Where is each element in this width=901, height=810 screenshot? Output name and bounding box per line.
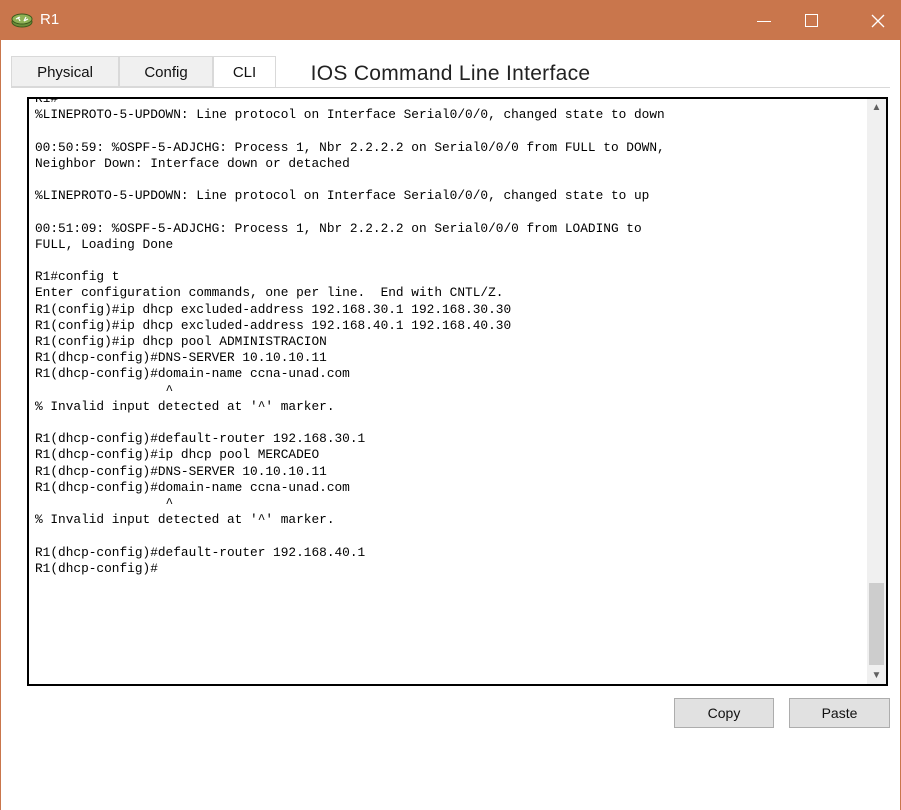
paste-button[interactable]: Paste: [789, 698, 890, 728]
cli-line: 00:51:09: %OSPF-5-ADJCHG: Process 1, Nbr…: [35, 220, 642, 236]
cli-line: R1#: [35, 97, 59, 106]
minimize-icon: [757, 21, 771, 22]
scroll-down-arrow-icon[interactable]: ▼: [867, 667, 886, 684]
scroll-up-arrow-icon[interactable]: ▲: [867, 99, 886, 116]
cli-line: Neighbor Down: Interface down or detache…: [35, 155, 350, 171]
cli-terminal[interactable]: R1# %LINEPROTO-5-UPDOWN: Line protocol o…: [27, 97, 888, 686]
cli-line: R1(dhcp-config)#: [35, 560, 158, 576]
cli-line: Enter configuration commands, one per li…: [35, 285, 504, 301]
window-title: R1: [40, 11, 60, 28]
cli-heading: IOS Command Line Interface: [310, 62, 591, 85]
cli-line: R1(config)#ip dhcp excluded-address 192.…: [35, 301, 512, 317]
router-icon: [10, 11, 34, 29]
cli-line: R1(config)#ip dhcp excluded-address 192.…: [35, 317, 512, 333]
tab-divider: [11, 87, 890, 88]
cli-line: %LINEPROTO-5-UPDOWN: Line protocol on In…: [35, 188, 650, 204]
cli-line: R1(dhcp-config)#ip dhcp pool MERCADEO: [35, 447, 320, 463]
cli-line: ^: [165, 496, 174, 512]
cli-line: 00:50:59: %OSPF-5-ADJCHG: Process 1, Nbr…: [35, 139, 665, 155]
cli-line: R1(dhcp-config)#default-router 192.168.3…: [35, 431, 366, 447]
cli-line: FULL, Loading Done: [35, 236, 174, 252]
close-button[interactable]: [855, 0, 901, 40]
cli-line: R1(dhcp-config)#default-router 192.168.4…: [35, 544, 366, 560]
cli-line: % Invalid input detected at '^' marker.: [35, 512, 335, 528]
scroll-thumb[interactable]: [869, 583, 884, 665]
cli-line: R1(config)#ip dhcp pool ADMINISTRACION: [35, 334, 327, 350]
maximize-icon: [805, 14, 818, 27]
terminal-scrollbar[interactable]: ▲ ▼: [867, 99, 886, 684]
cli-line: ^: [165, 382, 174, 398]
minimize-button[interactable]: [741, 0, 787, 40]
cli-line: R1(dhcp-config)#domain-name ccna-unad.co…: [35, 479, 350, 495]
cli-output[interactable]: R1# %LINEPROTO-5-UPDOWN: Line protocol o…: [35, 97, 861, 577]
cli-line: R1(dhcp-config)#domain-name ccna-unad.co…: [35, 366, 350, 382]
cli-line: %LINEPROTO-5-UPDOWN: Line protocol on In…: [35, 107, 665, 123]
cli-line: R1#config t: [35, 269, 120, 285]
copy-button[interactable]: Copy: [674, 698, 774, 728]
maximize-button[interactable]: [789, 0, 835, 40]
close-icon: [871, 14, 885, 28]
cli-line: R1(dhcp-config)#DNS-SERVER 10.10.10.11: [35, 350, 327, 366]
cli-line: % Invalid input detected at '^' marker.: [35, 398, 335, 414]
cli-line: R1(dhcp-config)#DNS-SERVER 10.10.10.11: [35, 463, 327, 479]
title-bar[interactable]: R1: [0, 0, 901, 40]
